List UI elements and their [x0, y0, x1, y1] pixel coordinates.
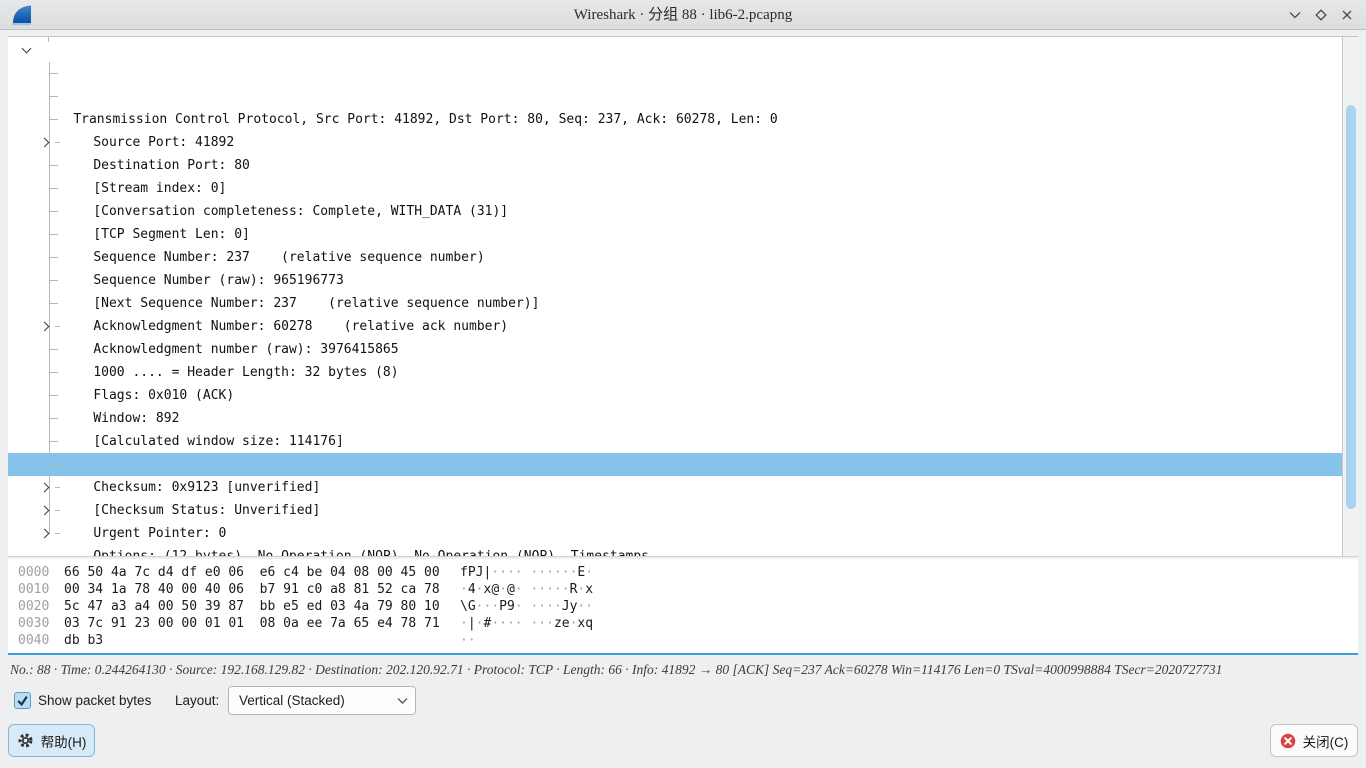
tree-row[interactable]: [Calculated window size: 114176]: [8, 361, 1342, 384]
hex-ascii[interactable]: ·|·#···· ···ze·xq: [460, 615, 593, 632]
tree-connector: [49, 418, 58, 419]
hex-offset: 0040: [18, 632, 50, 649]
hex-bytes[interactable]: 5c 47 a3 a4 00 50 39 87 bb e5 ed 03 4a 7…: [64, 598, 448, 615]
tree-row[interactable]: Source Port: 41892: [8, 62, 1342, 85]
tree-row[interactable]: Flags: 0x010 (ACK): [8, 315, 1342, 338]
help-button-label: 帮助(H): [41, 731, 87, 751]
expander-icon[interactable]: [40, 322, 50, 332]
layout-select[interactable]: Vertical (Stacked): [228, 686, 416, 715]
tree-connector: [55, 533, 60, 534]
tree-connector: [49, 165, 58, 166]
expander-icon[interactable]: [40, 483, 50, 493]
tree-connector: [55, 142, 60, 143]
show-packet-bytes-label[interactable]: Show packet bytes: [38, 686, 151, 716]
scrollbar-thumb[interactable]: [1346, 105, 1356, 509]
tree-row[interactable]: Options: (12 bytes), No-Operation (NOP),…: [8, 476, 1342, 499]
tree-row[interactable]: Transmission Control Protocol, Src Port:…: [8, 39, 1342, 62]
tree-row[interactable]: Checksum: 0x9123 [unverified]: [8, 407, 1342, 430]
tree-row[interactable]: Sequence Number: 237 (relative sequence …: [8, 177, 1342, 200]
chevron-down-icon: [389, 694, 415, 707]
tree-connector: [49, 464, 58, 465]
tree-connector: [49, 234, 58, 235]
tree-row[interactable]: [Checksum Status: Unverified]: [8, 430, 1342, 453]
close-button[interactable]: 关闭(C): [1270, 724, 1358, 757]
show-packet-bytes-checkbox[interactable]: [14, 692, 31, 709]
tree-connector: [49, 96, 58, 97]
hex-offset: 0030: [18, 615, 50, 632]
help-button[interactable]: 帮助(H): [8, 724, 95, 757]
tree-row[interactable]: Window: 892: [8, 338, 1342, 361]
tree-connector: [49, 73, 58, 74]
titlebar[interactable]: Wireshark · 分组 88 · lib6-2.pcapng: [0, 0, 1366, 30]
tree-connector: [49, 119, 58, 120]
expander-icon[interactable]: [40, 506, 50, 516]
expander-icon[interactable]: [40, 529, 50, 539]
tree-connector: [49, 257, 58, 258]
tree-connector: [49, 349, 58, 350]
tree-row-label: Options: (12 bytes), No-Operation (NOP),…: [93, 545, 649, 557]
hex-bytes[interactable]: 03 7c 91 23 00 00 01 01 08 0a ee 7a 65 e…: [64, 615, 448, 632]
hex-ascii[interactable]: fPJ|···· ······E·: [460, 564, 593, 581]
hex-offset: 0000: [18, 564, 50, 581]
tree-row[interactable]: [Timestamps]: [8, 499, 1342, 522]
hex-bytes[interactable]: db b3: [64, 632, 448, 649]
tree-row[interactable]: 1000 .... = Header Length: 32 bytes (8): [8, 292, 1342, 315]
packet-bytes-pane[interactable]: 0000 66 50 4a 7c d4 df e0 06 e6 c4 be 04…: [8, 559, 1358, 655]
layout-selected-value: Vertical (Stacked): [229, 693, 389, 708]
expander-icon[interactable]: [22, 44, 32, 54]
tree-connector: [49, 211, 58, 212]
minimize-icon[interactable]: [1282, 0, 1308, 30]
packet-detail-tree: Transmission Control Protocol, Src Port:…: [8, 39, 1342, 545]
tree-connector: [49, 395, 58, 396]
tree-row[interactable]: Acknowledgment Number: 60278 (relative a…: [8, 246, 1342, 269]
hex-bytes[interactable]: 00 34 1a 78 40 00 40 06 b7 91 c0 a8 81 5…: [64, 581, 448, 598]
hex-ascii[interactable]: \G···P9· ····Jy··: [460, 598, 593, 615]
controls-row: Show packet bytes Layout: Vertical (Stac…: [0, 686, 1366, 716]
close-x-icon: [1280, 733, 1296, 749]
packet-summary-line: No.: 88 · Time: 0.244264130 · Source: 19…: [10, 661, 1358, 679]
tree-row[interactable]: [TCP Segment Len: 0]: [8, 154, 1342, 177]
hex-row[interactable]: 0020 5c 47 a3 a4 00 50 39 87 bb e5 ed 03…: [8, 598, 1358, 615]
hex-offset: 0020: [18, 598, 50, 615]
tree-row[interactable]: [Stream index: 0]: [8, 108, 1342, 131]
maximize-icon[interactable]: [1308, 0, 1334, 30]
tree-connector: [49, 441, 58, 442]
tree-connector: [49, 372, 58, 373]
expander-icon[interactable]: [40, 138, 50, 148]
window-title: Wireshark · 分组 88 · lib6-2.pcapng: [0, 0, 1366, 30]
vertical-scrollbar[interactable]: [1342, 37, 1358, 556]
tree-connector: [55, 487, 60, 488]
hex-row[interactable]: 0030 03 7c 91 23 00 00 01 01 08 0a ee 7a…: [8, 615, 1358, 632]
hex-ascii[interactable]: ··: [460, 632, 476, 649]
tree-row[interactable]: Acknowledgment number (raw): 3976415865: [8, 269, 1342, 292]
hex-row[interactable]: 0000 66 50 4a 7c d4 df e0 06 e6 c4 be 04…: [8, 564, 1358, 581]
tree-row[interactable]: Destination Port: 80: [8, 85, 1342, 108]
tree-row[interactable]: [SEQ/ACK analysis]: [8, 522, 1342, 545]
close-icon[interactable]: [1334, 0, 1360, 30]
tree-row[interactable]: [Next Sequence Number: 237 (relative seq…: [8, 223, 1342, 246]
tree-row[interactable]: [Conversation completeness: Complete, WI…: [8, 131, 1342, 154]
tree-row[interactable]: Sequence Number (raw): 965196773: [8, 200, 1342, 223]
close-button-label: 关闭(C): [1303, 731, 1349, 751]
tree-connector: [55, 326, 60, 327]
tree-row[interactable]: [Window size scaling factor: 128]: [8, 384, 1342, 407]
tree-row[interactable]: Urgent Pointer: 0: [8, 453, 1342, 476]
hex-offset: 0010: [18, 581, 50, 598]
hex-row[interactable]: 0040 db b3 ··: [8, 632, 1358, 649]
hex-row[interactable]: 0010 00 34 1a 78 40 00 40 06 b7 91 c0 a8…: [8, 581, 1358, 598]
tree-connector: [49, 188, 58, 189]
tree-connector: [49, 303, 58, 304]
gear-icon: [17, 732, 34, 749]
tree-connector: [55, 510, 60, 511]
packet-detail-pane: Transmission Control Protocol, Src Port:…: [8, 36, 1358, 557]
tree-connector: [49, 280, 58, 281]
hex-ascii[interactable]: ·4·x@·@· ·····R·x: [460, 581, 593, 598]
hex-bytes[interactable]: 66 50 4a 7c d4 df e0 06 e6 c4 be 04 08 0…: [64, 564, 448, 581]
layout-label: Layout:: [175, 686, 219, 716]
